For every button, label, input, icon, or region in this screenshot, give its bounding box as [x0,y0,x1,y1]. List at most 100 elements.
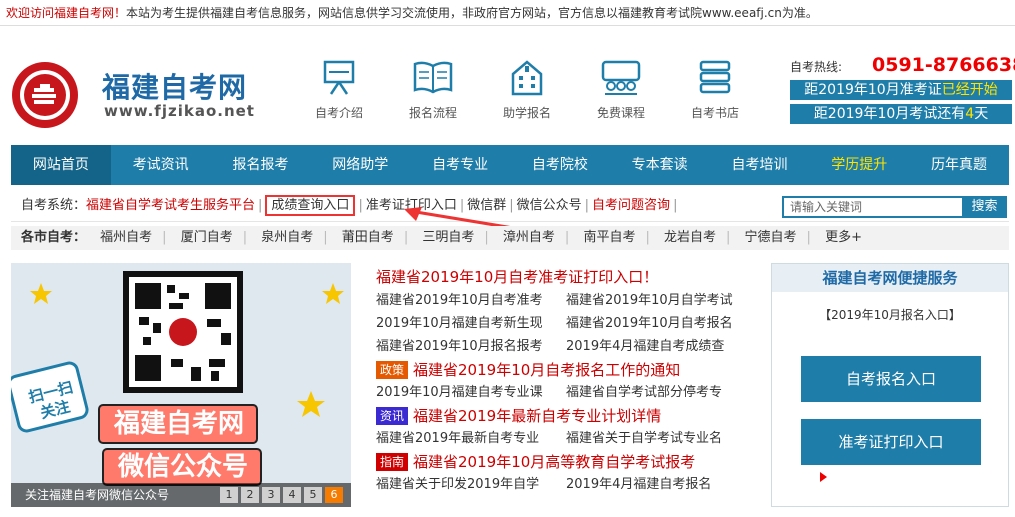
news-link[interactable]: 福建省2019年10月报名报考 [376,335,566,358]
banner-pager: 1 2 3 4 5 6 [217,487,343,503]
separator: | [564,230,570,245]
site-logo[interactable]: 福建自考网 www.fjzikao.net [10,60,270,130]
news-list: 福建省2019年10月自考准考证打印入口！ 福建省2019年10月自考准考 福建省… [376,265,756,496]
banner-title-line2: 微信公众号 [117,452,248,482]
city-link-more[interactable]: 更多+ [825,230,862,245]
news-row: 2019年10月福建自考新生现 福建省2019年10月自考报名 [376,312,756,335]
news-policy-title: 福建省2019年10月自考报名工作的通知 [413,361,681,379]
banner-page-2[interactable]: 2 [241,487,259,503]
classroom-icon [601,60,641,95]
system-label: 自考系统： [21,198,87,213]
news-link[interactable]: 福建省关于印发2019年自学 [376,473,566,496]
quick-nav-bookstore[interactable]: 自考书店 [668,58,762,128]
service-panel-subtitle[interactable]: 【2019年10月报名入口】 [772,306,1008,323]
main-nav: 网站首页 考试资讯 报名报考 网络助学 自考专业 自考院校 专本套读 自考培训 … [11,145,1009,185]
separator: | [162,230,167,245]
quick-nav-icons: 自考介绍 报名流程 助学报名 免费课程 自考书店 [292,58,762,128]
news-row: 2019年10月福建自考专业课 福建省自学考试部分停考专 [376,381,756,404]
wechat-banner[interactable]: 扫一扫 关注 福建自考网 微信公众号 关注福建自考网微信公众号 1 2 3 4 5… [11,263,351,507]
nav-training[interactable]: 自考培训 [710,145,810,185]
news-link[interactable]: 2019年4月福建自考成绩查 [566,335,756,358]
news-link[interactable]: 福建省2019年最新自考专业 [376,427,566,450]
nav-exam-news[interactable]: 考试资讯 [111,145,211,185]
news-link[interactable]: 福建省2019年10月自考报名 [566,312,756,335]
registration-entry-button[interactable]: 自考报名入口 [801,356,981,402]
city-links-bar: 各市自考： 福州自考 | 厦门自考 | 泉州自考 | 莆田自考 | 三明自考 | 漳州自考… [11,226,1009,250]
triangle-marker-icon [820,472,827,482]
link-wechat-public[interactable]: 微信公众号 [517,198,582,213]
nav-majors[interactable]: 自考专业 [410,145,510,185]
news-link[interactable]: 福建省关于自学考试专业名 [566,427,756,450]
exam-countdown-text: 距2019年10月考试还有 [813,106,966,122]
news-row: 福建省2019年10月自考准考 福建省2019年10月自学考试 [376,289,756,312]
news-info-title: 福建省2019年最新自考专业计划详情 [413,407,662,425]
quick-nav-assist[interactable]: 助学报名 [480,58,574,128]
link-wechat-group[interactable]: 微信群 [467,198,506,213]
news-link[interactable]: 2019年10月福建自考专业课 [376,381,566,404]
city-link-fuzhou[interactable]: 福州自考 [100,230,152,245]
nav-combined-study[interactable]: 专本套读 [610,145,710,185]
separator: | [806,230,811,245]
news-guide-headline[interactable]: 指南 福建省2019年10月高等教育自学考试报考 [376,450,756,473]
city-link-zhangzhou[interactable]: 漳州自考 [503,230,555,245]
ticket-status: 已经开始 [941,82,998,98]
city-link-longyan[interactable]: 龙岩自考 [664,230,716,245]
banner-page-6[interactable]: 6 [325,487,343,503]
ticket-countdown-box: 距2019年10月准考证已经开始 [790,80,1012,100]
nav-colleges[interactable]: 自考院校 [510,145,610,185]
city-label: 各市自考： [21,230,87,245]
nav-registration[interactable]: 报名报考 [211,145,311,185]
building-icon [511,60,543,96]
news-policy-headline[interactable]: 政策 福建省2019年10月自考报名工作的通知 [376,358,756,381]
quick-nav-courses[interactable]: 免费课程 [574,58,668,128]
banner-page-4[interactable]: 4 [283,487,301,503]
separator: | [726,230,731,245]
news-link[interactable]: 2019年4月福建自考报名 [566,473,756,496]
city-link-sanming[interactable]: 三明自考 [422,230,474,245]
nav-online-assist[interactable]: 网络助学 [310,145,410,185]
banner-title-line1: 福建自考网 [113,409,244,439]
link-score-query[interactable]: 成绩查询入口 [265,195,356,216]
hotline-phone: 0591-87666380 [872,54,1015,76]
nav-home[interactable]: 网站首页 [11,145,111,185]
nav-past-papers[interactable]: 历年真题 [909,145,1009,185]
city-link-ningde[interactable]: 宁德自考 [745,230,797,245]
news-link[interactable]: 福建省自学考试部分停考专 [566,381,756,404]
separator: | [673,198,678,213]
news-row: 福建省关于印发2019年自学 2019年4月福建自考报名 [376,473,756,496]
city-link-quanzhou[interactable]: 泉州自考 [261,230,313,245]
ticket-print-entry-button[interactable]: 准考证打印入口 [801,419,981,465]
link-consult[interactable]: 自考问题咨询 [592,198,670,213]
separator: | [584,198,590,213]
welcome-text: 欢迎访问福建自考网！ [6,6,127,20]
link-service-platform[interactable]: 福建省自学考试考生服务平台 [86,198,255,213]
news-link[interactable]: 福建省2019年10月自考准考 [376,289,566,312]
site-notice-text: 本站为考生提供福建自考信息服务，网站信息供学习交流使用，非政府官方网站，官方信息… [126,6,818,20]
city-link-xiamen[interactable]: 厦门自考 [181,230,233,245]
quick-nav-intro[interactable]: 自考介绍 [292,58,386,128]
separator: | [645,230,650,245]
easel-icon [323,60,355,95]
banner-page-5[interactable]: 5 [304,487,322,503]
quick-nav-process[interactable]: 报名流程 [386,58,480,128]
books-stack-icon [699,60,731,94]
tag-info-badge: 资讯 [376,406,409,425]
city-link-putian[interactable]: 莆田自考 [342,230,394,245]
banner-page-3[interactable]: 3 [262,487,280,503]
link-ticket-print[interactable]: 准考证打印入口 [366,198,457,213]
city-link-nanping[interactable]: 南平自考 [583,230,635,245]
news-row: 福建省2019年10月报名报考 2019年4月福建自考成绩查 [376,335,756,358]
banner-page-1[interactable]: 1 [220,487,238,503]
news-link[interactable]: 2019年10月福建自考新生现 [376,312,566,335]
news-headline[interactable]: 福建省2019年10月自考准考证打印入口！ [376,265,756,289]
search-input[interactable]: 请输入关键词 [782,196,962,218]
exam-countdown-days: 4 [965,106,975,122]
news-row: 福建省2019年最新自考专业 福建省关于自学考试专业名 [376,427,756,450]
logo-name: 福建自考网 [102,71,248,104]
news-link[interactable]: 福建省2019年10月自学考试 [566,289,756,312]
news-info-headline[interactable]: 资讯 福建省2019年最新自考专业计划详情 [376,404,756,427]
quick-nav-label: 报名流程 [408,106,457,120]
separator: | [509,198,514,213]
nav-degree-upgrade[interactable]: 学历提升 [809,145,909,185]
search-button[interactable]: 搜索 [962,196,1007,218]
